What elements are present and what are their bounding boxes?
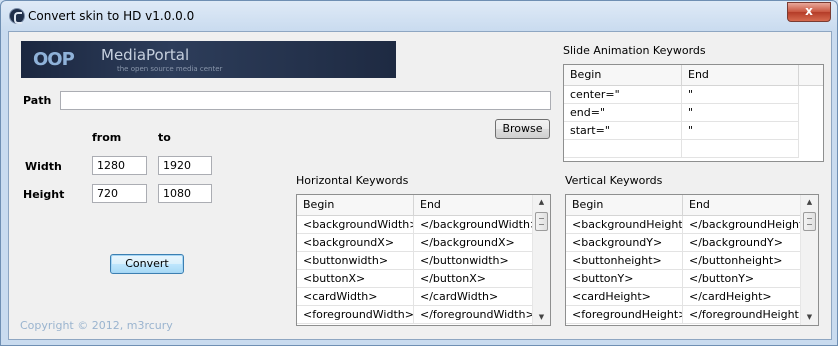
end-cell[interactable]: </backgroundWidth> [414,216,533,233]
logo-tagline: the open source media center [117,65,223,73]
vertical-scrollbar[interactable]: ▲ ▼ [800,195,818,325]
from-label: from [92,131,122,144]
grid-header: Begin End [564,65,823,86]
browse-button[interactable]: Browse [495,119,550,139]
scroll-down-arrow-icon[interactable]: ▼ [801,310,818,325]
end-cell[interactable]: </backgroundX> [414,234,533,251]
horizontal-keywords-grid[interactable]: Begin End <backgroundWidth> </background… [296,194,551,326]
table-row[interactable]: end=" " [564,104,799,122]
column-header-begin[interactable]: Begin [566,195,683,215]
begin-cell[interactable]: <backgroundWidth> [297,216,414,233]
table-row[interactable]: <buttonheight> </buttonheight> [566,252,801,270]
convert-button[interactable]: Convert [110,254,184,274]
column-header-end[interactable]: End [414,195,533,215]
column-header-begin[interactable]: Begin [564,65,682,85]
column-header-end[interactable]: End [683,195,801,215]
begin-cell[interactable]: <buttonheight> [566,252,683,269]
end-cell[interactable]: </buttonY> [683,270,801,287]
begin-cell[interactable]: <cardHeight> [566,288,683,305]
width-label: Width [25,160,62,173]
end-cell[interactable]: </cardWidth> [414,288,533,305]
table-row[interactable]: <backgroundY> </backgroundY> [566,234,801,252]
main-panel: OOP MediaPortal the open source media ce… [8,31,832,340]
begin-cell[interactable] [564,140,682,157]
slide-keywords-grid[interactable]: Begin End center=" " end=" " start=" " [563,64,824,162]
column-header-end[interactable]: End [682,65,799,85]
end-cell[interactable]: " [682,122,799,139]
vertical-keywords-grid[interactable]: Begin End <backgroundHeight> </backgroun… [565,194,819,326]
table-row[interactable]: <backgroundX> </backgroundX> [297,234,533,252]
scroll-thumb[interactable] [803,212,816,231]
end-cell[interactable]: " [682,104,799,121]
horizontal-keywords-title: Horizontal Keywords [296,174,409,187]
app-icon [9,8,25,24]
table-row[interactable]: <buttonX> </buttonX> [297,270,533,288]
begin-cell[interactable]: <buttonX> [297,270,414,287]
scroll-down-arrow-icon[interactable]: ▼ [533,310,550,325]
end-cell[interactable]: </buttonwidth> [414,252,533,269]
column-header-begin[interactable]: Begin [297,195,414,215]
table-row[interactable]: center=" " [564,86,799,104]
end-cell[interactable]: " [682,86,799,103]
width-from-input[interactable]: 1280 [92,156,147,175]
end-cell[interactable]: </cardHeight> [683,288,801,305]
begin-cell[interactable]: <backgroundHeight> [566,216,683,233]
height-label: Height [23,188,65,201]
begin-cell[interactable]: <foregroundHeight> [566,306,683,323]
mediaportal-logo-mark: OOP [33,49,75,70]
end-cell[interactable] [682,140,799,157]
width-to-input[interactable]: 1920 [158,156,212,175]
end-cell[interactable]: </backgroundY> [683,234,801,251]
scroll-up-arrow-icon[interactable]: ▲ [801,195,818,210]
grid-header: Begin End [297,195,533,216]
end-cell[interactable]: </buttonX> [414,270,533,287]
to-label: to [158,131,171,144]
begin-cell[interactable]: start=" [564,122,682,139]
table-row[interactable]: <buttonwidth> </buttonwidth> [297,252,533,270]
begin-cell[interactable]: end=" [564,104,682,121]
window-title: Convert skin to HD v1.0.0.0 [28,9,195,23]
scroll-thumb[interactable] [535,212,548,231]
begin-cell[interactable]: <backgroundY> [566,234,683,251]
end-cell[interactable]: </foregroundHeight> [683,306,801,323]
table-row[interactable]: <cardWidth> </cardWidth> [297,288,533,306]
vertical-keywords-title: Vertical Keywords [565,174,663,187]
end-cell[interactable]: </backgroundHeight> [683,216,801,233]
height-to-input[interactable]: 1080 [158,184,212,203]
begin-cell[interactable]: <buttonY> [566,270,683,287]
table-row[interactable]: <foregroundHeight> </foregroundHeight> [566,306,801,324]
app-window: Convert skin to HD v1.0.0.0 x OOP MediaP… [0,0,838,346]
begin-cell[interactable]: <backgroundX> [297,234,414,251]
table-row[interactable]: <backgroundWidth> </backgroundWidth> [297,216,533,234]
table-row[interactable]: <cardHeight> </cardHeight> [566,288,801,306]
vertical-scrollbar[interactable]: ▲ ▼ [532,195,550,325]
path-input[interactable] [60,91,551,110]
table-row[interactable]: <backgroundHeight> </backgroundHeight> [566,216,801,234]
mediaportal-logo: OOP MediaPortal the open source media ce… [21,41,396,78]
logo-name: MediaPortal [101,46,190,64]
table-row-empty[interactable] [564,140,799,158]
close-button[interactable]: x [787,2,831,22]
begin-cell[interactable]: <cardWidth> [297,288,414,305]
begin-cell[interactable]: <buttonwidth> [297,252,414,269]
table-row[interactable]: <buttonY> </buttonY> [566,270,801,288]
table-row[interactable]: <foregroundWidth> </foregroundWidth> [297,306,533,324]
end-cell[interactable]: </foregroundWidth> [414,306,533,323]
begin-cell[interactable]: center=" [564,86,682,103]
grid-header: Begin End [566,195,801,216]
copyright-text: Copyright © 2012, m3rcury [20,319,173,332]
table-row[interactable]: start=" " [564,122,799,140]
title-bar[interactable]: Convert skin to HD v1.0.0.0 x [1,1,837,31]
begin-cell[interactable]: <foregroundWidth> [297,306,414,323]
end-cell[interactable]: </buttonheight> [683,252,801,269]
height-from-input[interactable]: 720 [92,184,147,203]
path-label: Path [23,94,52,107]
scroll-up-arrow-icon[interactable]: ▲ [533,195,550,210]
slide-keywords-title: Slide Animation Keywords [563,44,706,57]
